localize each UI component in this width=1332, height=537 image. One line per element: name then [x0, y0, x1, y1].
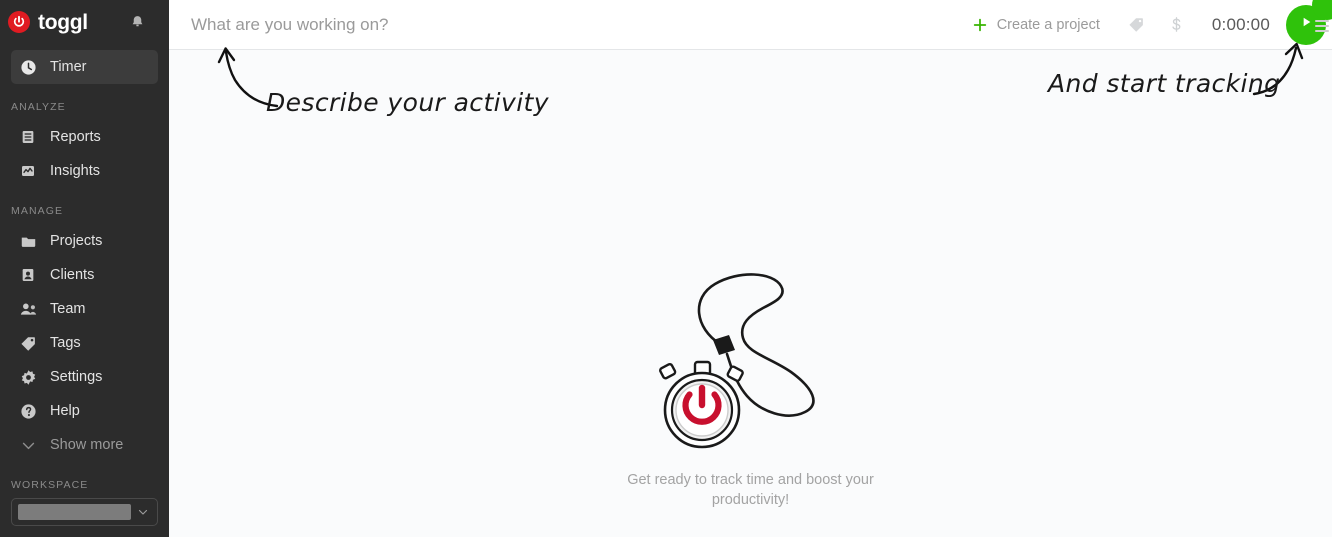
sidebar-item-label: Timer [50, 59, 87, 75]
gear-icon [18, 367, 38, 387]
report-document-icon [18, 127, 38, 147]
sidebar-section-title-manage: MANAGE [11, 205, 64, 217]
sidebar-item-label: Help [50, 403, 80, 419]
plus-icon [971, 16, 989, 34]
sidebar-item-label: Settings [50, 369, 103, 385]
sidebar-item-label: Tags [50, 335, 81, 351]
sidebar-item-label: Team [50, 301, 86, 317]
tag-icon[interactable] [1122, 10, 1152, 40]
sidebar-item-reports[interactable]: Reports [11, 120, 158, 154]
brand-name: toggl [38, 10, 88, 34]
timer-readout: 0:00:00 [1211, 14, 1270, 34]
workspace-select[interactable] [11, 498, 158, 526]
stopwatch-with-lanyard-illustration-icon [658, 273, 815, 449]
empty-state: Get ready to track time and boost your p… [169, 258, 1332, 510]
create-project-label: Create a project [996, 16, 1100, 33]
dollar-icon[interactable] [1162, 10, 1192, 40]
sidebar-item-label: Show more [50, 437, 124, 453]
bell-icon[interactable] [127, 12, 147, 32]
toggl-app-window: toggl Timer ANALYZE Reports Insights MAN… [0, 0, 1332, 537]
sidebar-item-clients[interactable]: Clients [11, 258, 158, 292]
sidebar-item-settings[interactable]: Settings [11, 360, 158, 394]
sidebar: toggl Timer ANALYZE Reports Insights MAN… [0, 0, 169, 537]
sidebar-item-insights[interactable]: Insights [11, 154, 158, 188]
sidebar-item-label: Insights [50, 163, 100, 179]
sidebar-item-timer[interactable]: Timer [11, 50, 158, 84]
folder-icon [18, 231, 38, 251]
insights-chart-icon [18, 161, 38, 181]
toggl-power-logo-icon [8, 11, 30, 33]
sidebar-item-projects[interactable]: Projects [11, 224, 158, 258]
sidebar-item-help[interactable]: Help [11, 394, 158, 428]
main-content: Create a project 0:00:00 [169, 0, 1332, 537]
annotation-start-tracking: And start tracking [1048, 69, 1281, 98]
sidebar-section-title-analyze: ANALYZE [11, 101, 66, 113]
list-menu-icon[interactable] [1315, 20, 1329, 32]
sidebar-item-tags[interactable]: Tags [11, 326, 158, 360]
timer-toolbar: Create a project 0:00:00 [169, 0, 1332, 50]
tag-icon [18, 333, 38, 353]
chevron-down-icon [18, 435, 38, 455]
play-icon [1298, 14, 1314, 35]
question-circle-icon [18, 401, 38, 421]
sidebar-section-title-workspace: WORKSPACE [11, 479, 89, 491]
annotation-describe-activity: Describe your activity [266, 88, 549, 117]
sidebar-item-label: Clients [50, 267, 95, 283]
sidebar-primary-group: Timer [0, 50, 169, 84]
people-icon [18, 299, 38, 319]
sidebar-item-team[interactable]: Team [11, 292, 158, 326]
sidebar-brand-row: toggl [0, 0, 169, 44]
sidebar-item-show-more[interactable]: Show more [11, 428, 158, 462]
person-card-icon [18, 265, 38, 285]
chevron-down-icon [135, 506, 151, 518]
workspace-loading-placeholder [18, 504, 131, 520]
empty-state-caption: Get ready to track time and boost your p… [627, 472, 874, 508]
clock-icon [18, 57, 38, 77]
sidebar-item-label: Projects [50, 233, 103, 249]
sidebar-item-label: Reports [50, 129, 101, 145]
create-project-button[interactable]: Create a project [971, 16, 1100, 34]
